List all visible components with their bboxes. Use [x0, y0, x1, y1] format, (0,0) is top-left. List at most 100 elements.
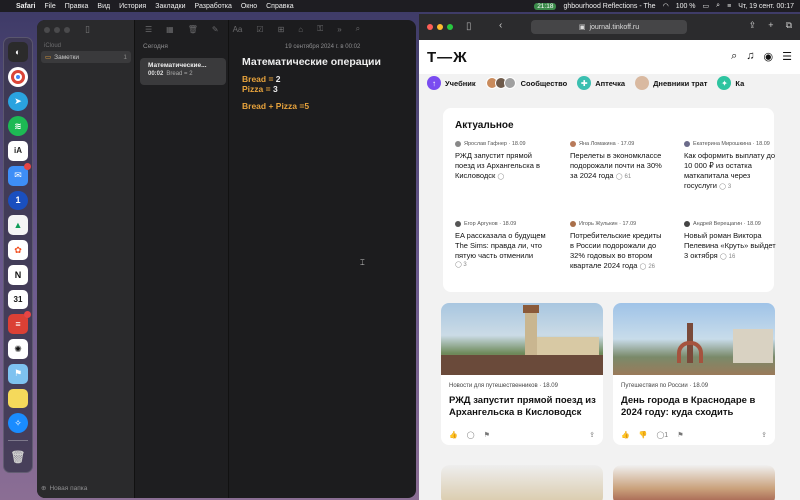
chip-more[interactable]: ✦ Ка [717, 76, 744, 90]
dislike-icon[interactable]: 👎 [639, 431, 648, 439]
telegram-icon[interactable]: ➤ [8, 91, 28, 112]
appcleaner-icon[interactable]: ⚑ [8, 363, 28, 384]
minimize-button[interactable] [437, 24, 443, 30]
sidebar-toggle-icon[interactable]: ▯ [466, 21, 472, 32]
zoom-button[interactable] [64, 27, 70, 33]
menu-help[interactable]: Справка [266, 3, 293, 10]
pill-icon: ✚ [577, 76, 592, 90]
chip-community[interactable]: Сообщество [485, 77, 567, 89]
chrome-icon[interactable] [8, 66, 28, 87]
time-badge[interactable]: 21:18 [534, 2, 557, 10]
news-title: Перелеты в экономклассе подорожали почти… [570, 151, 665, 182]
like-icon[interactable]: 👍 [621, 431, 630, 439]
bookmark-icon[interactable]: ⚑ [677, 431, 683, 439]
comment-icon[interactable]: ◯ [640, 264, 647, 270]
bookmark-icon[interactable]: ⚑ [484, 431, 490, 439]
menu-history[interactable]: История [119, 3, 146, 10]
note-editor[interactable]: 19 сентября 2024 г. в 00:02 Математическ… [229, 20, 416, 498]
wifi-icon[interactable]: ◠ [663, 2, 669, 10]
menu-file[interactable]: File [44, 3, 55, 10]
comment-icon[interactable]: ◯ [719, 184, 726, 190]
comment-icon[interactable]: ◯ [497, 174, 504, 180]
address-bar[interactable]: ▣ journal.tinkoff.ru [531, 20, 687, 34]
article-card-partial[interactable] [441, 465, 603, 500]
back-button[interactable]: ‹ [499, 20, 502, 31]
chatgpt-icon[interactable]: ✺ [8, 339, 28, 359]
search-icon[interactable]: ⌕ [716, 2, 720, 10]
tab-overview-icon[interactable]: ⧉ [786, 20, 792, 31]
chip-textbook[interactable]: ↑ Учебник [427, 76, 476, 90]
share-icon[interactable]: ⇪ [761, 431, 767, 439]
article-card-partial[interactable] [613, 465, 775, 500]
battery-icon[interactable]: ▭ [703, 2, 710, 10]
search-icon[interactable]: ⌕ [731, 50, 737, 63]
tabs-text[interactable]: ghbourhood Reflections - The [563, 3, 655, 10]
comment-icon[interactable]: ◯ [467, 431, 475, 439]
list-view-icon[interactable]: ☰ [145, 25, 152, 34]
like-icon[interactable]: 👍 [449, 431, 458, 439]
comment-row[interactable]: ◯1 [656, 431, 668, 439]
mouse-cursor-icon: ⌶ [360, 258, 365, 267]
menu-edit[interactable]: Правка [65, 3, 89, 10]
chip-pharmacy[interactable]: ✚ Аптечка [577, 76, 625, 90]
share-icon[interactable]: ⇪ [589, 431, 595, 439]
menu-develop[interactable]: Разработка [195, 3, 232, 10]
safari-app-icon[interactable]: ✧ [8, 413, 28, 434]
control-center-icon[interactable]: ≡ [727, 3, 731, 10]
google-drive-icon[interactable]: ▲ [8, 215, 28, 236]
menu-icon[interactable]: ☰ [782, 50, 792, 63]
menu-view[interactable]: Вид [97, 3, 110, 10]
folder-label: Заметки [54, 53, 80, 61]
note-list-item[interactable]: Математические... 00:02 Bread = 2 [140, 58, 226, 85]
article-title: РЖД запустит прямой поезд из Архангельск… [449, 395, 596, 418]
profile-icon[interactable]: ◉ [764, 50, 774, 63]
menu-app-name[interactable]: Safari [16, 3, 35, 10]
todoist-icon[interactable]: ≡ [8, 311, 31, 335]
folder-item-notes[interactable]: ▭ Заметки 1 [41, 51, 131, 63]
mail-icon[interactable]: ✉ [8, 162, 31, 186]
article-card[interactable]: Путешествия по России · 18.09 День город… [613, 303, 775, 445]
clock[interactable]: Чт, 19 сент. 00:17 [738, 3, 794, 10]
comment-icon[interactable]: ◯ [720, 254, 727, 260]
trash-icon[interactable]: 🗑 [188, 25, 198, 34]
battery-text[interactable]: 100 % [676, 3, 696, 10]
news-item[interactable]: Игорь Жулькин · 17.09 Потребительские кр… [570, 221, 665, 272]
new-tab-icon[interactable]: + [768, 20, 773, 31]
spotify-icon[interactable]: ≋ [8, 116, 28, 137]
menu-window[interactable]: Окно [241, 3, 257, 10]
notion-icon[interactable]: N [8, 264, 28, 285]
compose-icon[interactable]: ✎ [212, 25, 219, 34]
author-avatar [455, 141, 461, 147]
close-button[interactable] [44, 27, 50, 33]
notes-app-icon[interactable] [8, 388, 28, 409]
new-folder-button[interactable]: ⊕ Новая папка [41, 484, 87, 493]
news-item[interactable]: Яна Ломакина · 17.09 Перелеты в экономкл… [570, 141, 665, 182]
note-line-1: Bread = 2 [242, 74, 281, 84]
news-item[interactable]: Андрей Верещагин · 18.09 Новый роман Вик… [684, 221, 779, 262]
site-logo[interactable]: Т—Ж [427, 49, 468, 66]
news-item[interactable]: Ярослав Гафнер · 18.09 РЖД запустит прям… [455, 141, 550, 182]
news-item[interactable]: Егор Аргунов · 18.09 EA рассказала о буд… [455, 221, 550, 268]
chip-spending-diaries[interactable]: Дневники трат [635, 76, 707, 90]
comment-count-row[interactable]: ◯ 3 [455, 261, 550, 268]
grid-view-icon[interactable]: ▦ [166, 25, 174, 34]
article-card[interactable]: Новости для путешественников · 18.09 РЖД… [441, 303, 603, 445]
news-item[interactable]: Екатерина Мирошкина · 18.09 Как оформить… [684, 141, 779, 192]
figma-icon[interactable]: ✿ [8, 240, 28, 260]
share-icon[interactable]: ⇪ [749, 20, 757, 31]
trash-icon[interactable]: 🗑 [8, 447, 28, 467]
zoom-button[interactable] [447, 24, 453, 30]
close-button[interactable] [427, 24, 433, 30]
ia-writer-icon[interactable]: iA [8, 141, 28, 161]
notes-list: Сегодня Математические... 00:02 Bread = 2 [135, 20, 229, 498]
chip-label: Ка [735, 78, 745, 88]
bell-icon[interactable]: ♫ [746, 50, 754, 63]
minimize-button[interactable] [54, 27, 60, 33]
author-text: Игорь Жулькин · 17.09 [579, 221, 637, 227]
sidebar-toggle-icon[interactable]: ▯ [85, 24, 90, 35]
finder-icon[interactable]: ◐ [8, 42, 28, 62]
menu-bookmarks[interactable]: Закладки [155, 3, 185, 10]
calendar-icon[interactable]: 31 [8, 289, 28, 310]
1password-icon[interactable]: 1 [8, 190, 28, 211]
comment-icon[interactable]: ◯ [616, 174, 623, 180]
